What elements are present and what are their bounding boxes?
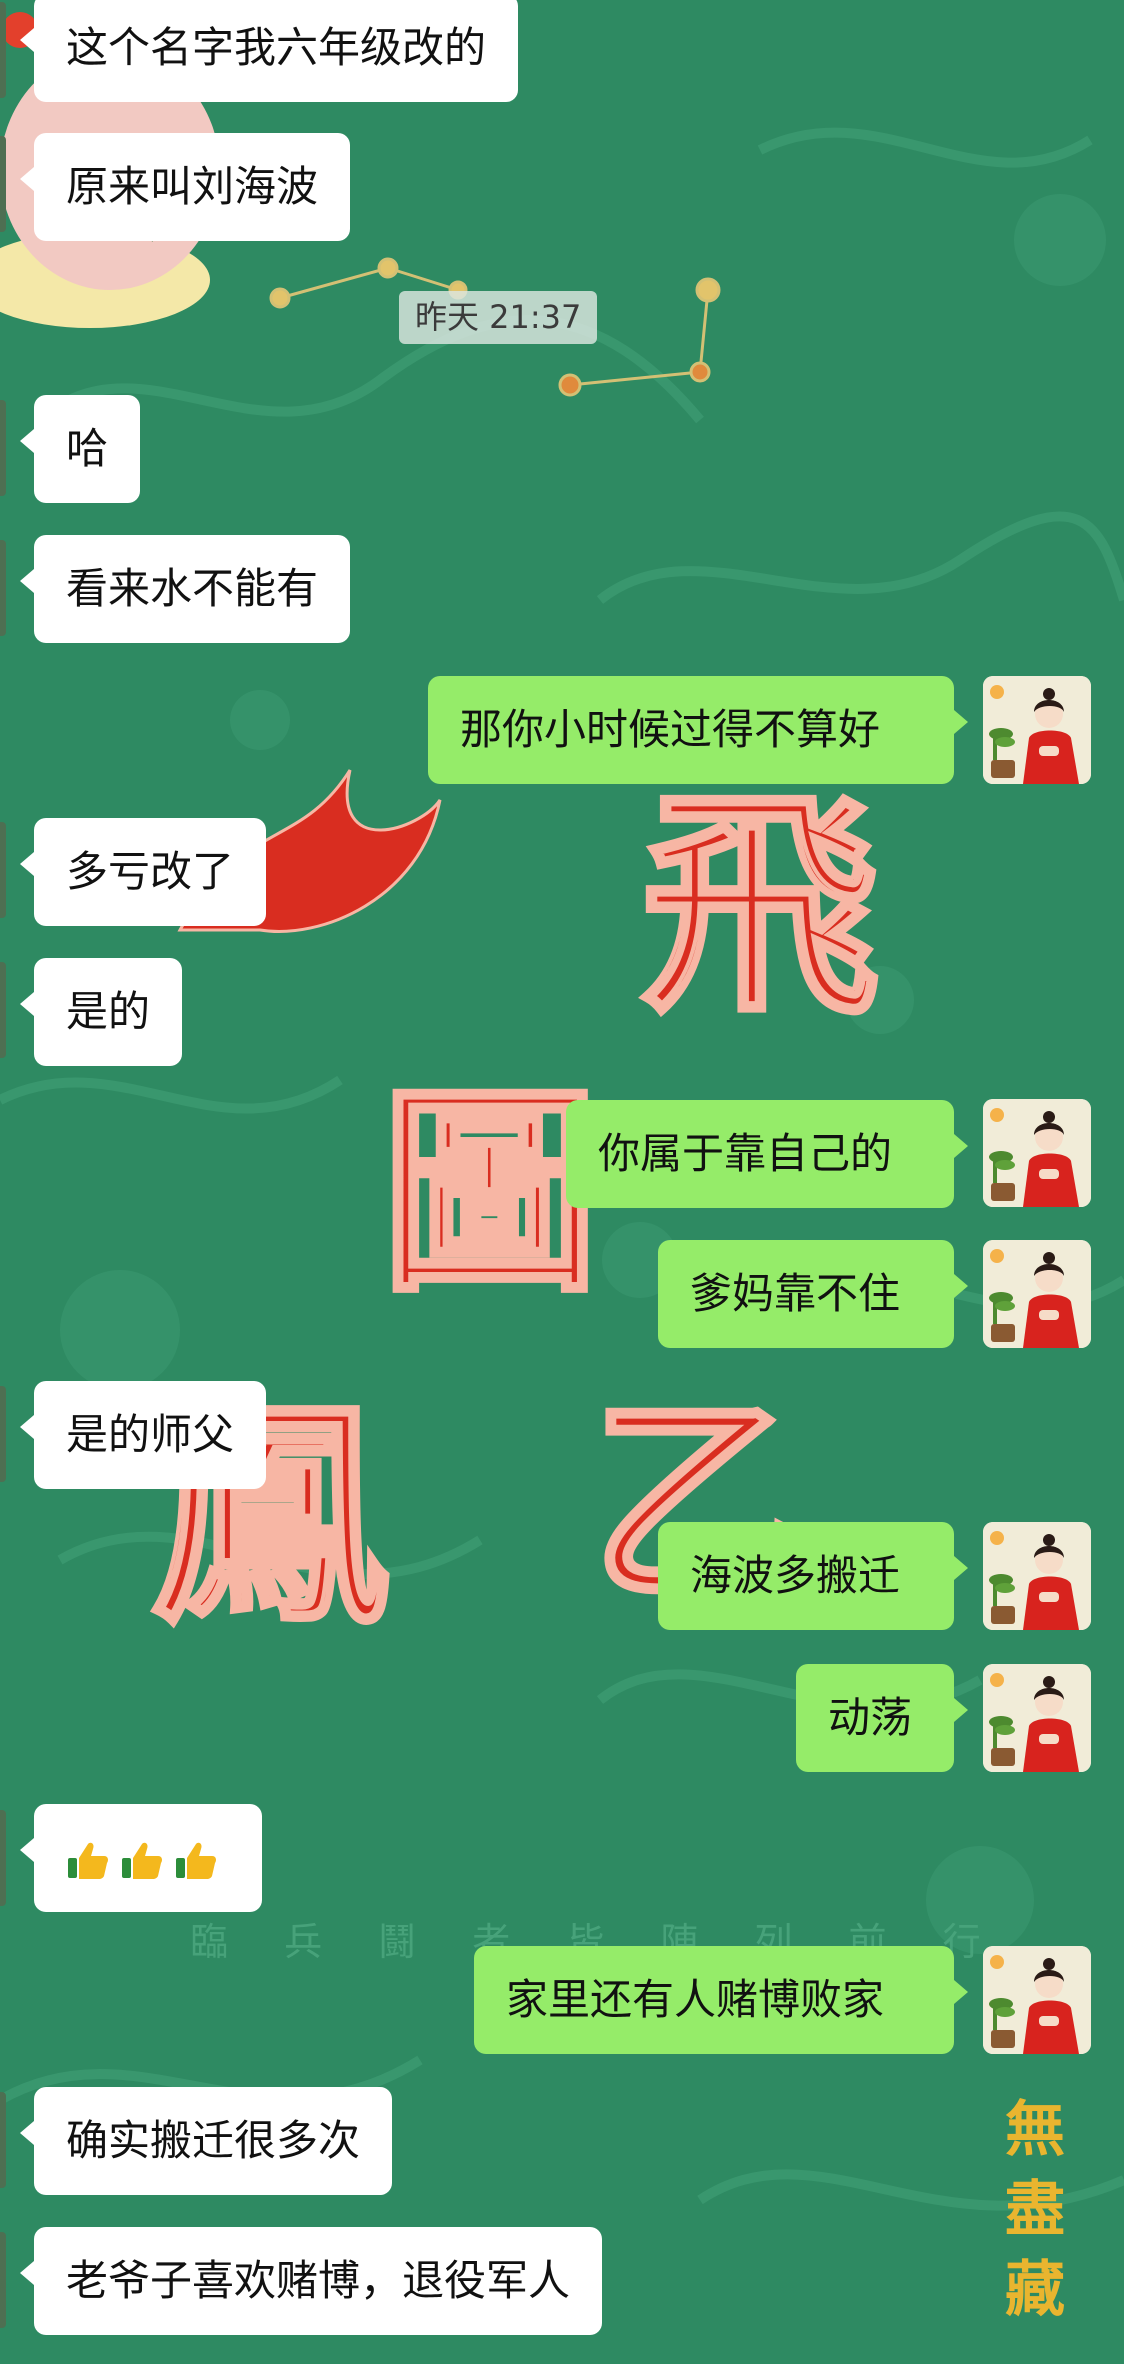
message-outgoing[interactable]: 海波多搬迁 (658, 1522, 968, 1630)
my-avatar[interactable] (983, 676, 1091, 784)
sender-avatar-edge[interactable] (0, 2232, 6, 2328)
sender-avatar-edge[interactable] (0, 962, 6, 1058)
message-incoming-emoji[interactable] (20, 1804, 262, 1912)
avatar-woman-red-dress-icon (983, 1099, 1091, 1207)
chat-message-list[interactable]: 这个名字我六年级改的 原来叫刘海波 昨天 21:37 哈 看来水不能有 那你小时… (0, 0, 1124, 2364)
message-outgoing[interactable]: 爹妈靠不住 (658, 1240, 968, 1348)
message-outgoing[interactable]: 动荡 (796, 1664, 968, 1772)
my-avatar[interactable] (983, 1240, 1091, 1348)
avatar-woman-red-dress-icon (983, 1664, 1091, 1772)
message-incoming[interactable]: 看来水不能有 (19, 535, 351, 643)
thumbs-up-icon (122, 1842, 162, 1879)
sender-avatar-edge[interactable] (0, 1386, 6, 1482)
my-avatar[interactable] (983, 1664, 1091, 1772)
my-avatar[interactable] (983, 1099, 1091, 1207)
thumbs-up-row (64, 1804, 226, 1912)
message-outgoing[interactable]: 家里还有人赌博败家 (474, 1946, 968, 2054)
avatar-woman-red-dress-icon (983, 1522, 1091, 1630)
avatar-woman-red-dress-icon (983, 1946, 1091, 2054)
my-avatar[interactable] (983, 1522, 1091, 1630)
sender-avatar-edge[interactable] (0, 2092, 6, 2188)
my-avatar[interactable] (983, 1946, 1091, 2054)
message-outgoing[interactable]: 你属于靠自己的 (566, 1100, 968, 1208)
thumbs-up-icon (68, 1842, 108, 1879)
thumbs-up-icon (176, 1842, 216, 1879)
message-incoming[interactable]: 这个名字我六年级改的 (19, 0, 519, 102)
message-incoming[interactable]: 多亏改了 (19, 818, 267, 926)
message-incoming[interactable]: 老爷子喜欢赌博，退役军人 (19, 2227, 603, 2335)
sender-avatar-edge[interactable] (0, 1810, 6, 1906)
sender-avatar-edge[interactable] (0, 2, 6, 98)
message-incoming[interactable]: 是的师父 (19, 1381, 267, 1489)
message-incoming[interactable]: 是的 (19, 958, 183, 1066)
sender-avatar-edge[interactable] (0, 540, 6, 636)
message-outgoing[interactable]: 那你小时候过得不算好 (428, 676, 968, 784)
message-incoming[interactable]: 哈 (19, 395, 141, 503)
message-timestamp: 昨天 21:37 (399, 291, 598, 344)
sender-avatar-edge[interactable] (0, 136, 6, 232)
avatar-woman-red-dress-icon (983, 1240, 1091, 1348)
message-incoming[interactable]: 确实搬迁很多次 (19, 2087, 393, 2195)
sender-avatar-edge[interactable] (0, 400, 6, 496)
sender-avatar-edge[interactable] (0, 822, 6, 918)
avatar-woman-red-dress-icon (983, 676, 1091, 784)
message-incoming[interactable]: 原来叫刘海波 (19, 133, 351, 241)
